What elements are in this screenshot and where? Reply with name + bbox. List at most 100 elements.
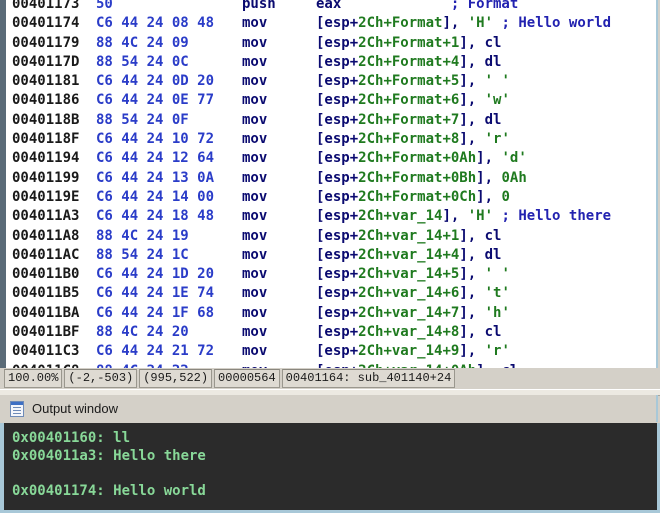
operand-token: ],: [459, 343, 485, 360]
operand-token: ], dl: [459, 111, 502, 128]
mnemonic: mov: [242, 73, 268, 90]
comment: ; Hello there: [493, 208, 612, 225]
variable-ref: 2Ch+Format+6: [358, 92, 460, 109]
mnemonic: mov: [242, 285, 268, 302]
window-icon: [10, 400, 24, 417]
operand-token: [esp+: [316, 111, 359, 128]
operand-token: ],: [459, 92, 485, 109]
opcode-bytes: C6 44 24 1D 20: [96, 266, 215, 283]
comment: ; Format: [450, 0, 519, 12]
opcode-bytes: 88 54 24 1C: [96, 246, 189, 263]
operand-token: [esp+: [316, 53, 359, 70]
operand-token: 'w': [484, 92, 510, 109]
operands: [esp+2Ch+Format+0Ch], 0: [316, 188, 510, 207]
mnemonic: mov: [242, 208, 268, 225]
address: 004011B5: [12, 285, 80, 302]
address: 00401194: [12, 150, 80, 167]
variable-ref: 2Ch+Format+7: [358, 111, 460, 128]
address: 004011A3: [12, 208, 80, 225]
operands: [esp+2Ch+var_14+8], cl: [316, 323, 501, 342]
opcode-bytes: 88 54 24 0F: [96, 111, 189, 128]
operand-token: [esp+: [316, 208, 359, 225]
operand-token: 'r': [484, 131, 510, 148]
mnemonic: mov: [242, 111, 268, 128]
operand-token: ],: [459, 73, 485, 90]
output-window-header[interactable]: Output window: [0, 395, 658, 422]
output-line: 0x004011a3: Hello there: [12, 447, 206, 464]
variable-ref: 2Ch+Format+1: [358, 34, 460, 51]
mnemonic: mov: [242, 266, 268, 283]
address: 004011BF: [12, 324, 80, 341]
operand-token: 'h': [484, 304, 510, 321]
opcode-bytes: 88 4C 24 09: [96, 34, 189, 51]
operand-token: ],: [476, 188, 502, 205]
opcode-bytes: 88 4C 24 20: [96, 324, 189, 341]
operand-token: ],: [459, 304, 485, 321]
operand-token: 'r': [484, 343, 510, 360]
variable-ref: 2Ch+var_14+5: [358, 266, 460, 283]
output-window-content[interactable]: 0x00401160: ll 0x004011a3: Hello there 0…: [0, 423, 660, 513]
mnemonic: mov: [242, 131, 268, 148]
address: 0040119E: [12, 188, 80, 205]
address: 0040118F: [12, 131, 80, 148]
operand-token: eax: [316, 0, 451, 12]
operand-token: ], cl: [459, 34, 502, 51]
address: 004011B0: [12, 266, 80, 283]
operands: [esp+2Ch+var_14+9], 'r': [316, 342, 510, 361]
variable-ref: 2Ch+var_14+9: [358, 343, 460, 360]
variable-ref: 2Ch+var_14+7: [358, 304, 460, 321]
address: 004011BA: [12, 304, 80, 321]
address: 00401173: [12, 0, 80, 12]
disassembly-view[interactable]: 00401173 50 push eax ; Format 00401174 C6 44 …: [0, 0, 658, 368]
operand-token: [esp+: [316, 266, 359, 283]
operand-token: [esp+: [316, 227, 359, 244]
operands: [esp+2Ch+var_14+1], cl: [316, 227, 501, 246]
operands: [esp+2Ch+Format+5], ' ': [316, 72, 510, 91]
variable-ref: 2Ch+Format: [358, 15, 443, 32]
operand-token: [esp+: [316, 131, 359, 148]
mnemonic: mov: [242, 188, 268, 205]
operands: [esp+2Ch+Format+0Ah], 'd': [316, 149, 527, 168]
variable-ref: 2Ch+var_14+1: [358, 227, 460, 244]
operands: [esp+2Ch+var_14], 'H' ; Hello there: [316, 207, 611, 226]
opcode-bytes: C6 44 24 0D 20: [96, 73, 215, 90]
mnemonic: mov: [242, 169, 268, 186]
operands: eax ; Format: [316, 0, 518, 14]
operands: [esp+2Ch+Format+0Bh], 0Ah: [316, 169, 527, 188]
status-bar: 100.00% (-2,-503) (995,522) 00000564 004…: [0, 368, 660, 388]
variable-ref: 2Ch+Format+8: [358, 131, 460, 148]
operand-token: [esp+: [316, 285, 359, 302]
operand-token: 0: [501, 188, 510, 205]
mnemonic: mov: [242, 246, 268, 263]
operands: [esp+2Ch+Format+4], dl: [316, 53, 501, 72]
operand-token: [esp+: [316, 246, 359, 263]
operand-token: ' ': [484, 266, 510, 283]
address: 00401179: [12, 34, 80, 51]
variable-ref: 2Ch+Format+0Ch: [358, 188, 477, 205]
variable-ref: 2Ch+var_14: [358, 208, 443, 225]
operand-token: [esp+: [316, 169, 359, 186]
mnemonic: mov: [242, 15, 268, 32]
operand-token: [esp+: [316, 34, 359, 51]
operand-token: 't': [484, 285, 510, 302]
comment: ; Hello world: [493, 15, 612, 32]
operand-token: [esp+: [316, 343, 359, 360]
operand-token: ],: [442, 15, 468, 32]
address: 0040118B: [12, 111, 80, 128]
operand-token: ], dl: [459, 246, 502, 263]
operand-token: 'H': [467, 15, 494, 32]
mnemonic: mov: [242, 304, 268, 321]
status-location: 00401164: sub_401140+24: [281, 368, 456, 388]
opcode-bytes: C6 44 24 12 64: [96, 150, 215, 167]
operand-token: [esp+: [316, 304, 359, 321]
variable-ref: 2Ch+var_14+8: [358, 324, 460, 341]
variable-ref: 2Ch+Format+5: [358, 73, 460, 90]
mnemonic: mov: [242, 324, 268, 341]
output-window-title: Output window: [32, 401, 118, 416]
operands: [esp+2Ch+var_14+7], 'h': [316, 304, 510, 323]
operands: [esp+2Ch+var_14+4], dl: [316, 246, 501, 265]
opcode-bytes: C6 44 24 1E 74: [96, 285, 215, 302]
operands: [esp+2Ch+Format+7], dl: [316, 111, 501, 130]
address: 004011C3: [12, 343, 80, 360]
operand-token: [esp+: [316, 73, 359, 90]
